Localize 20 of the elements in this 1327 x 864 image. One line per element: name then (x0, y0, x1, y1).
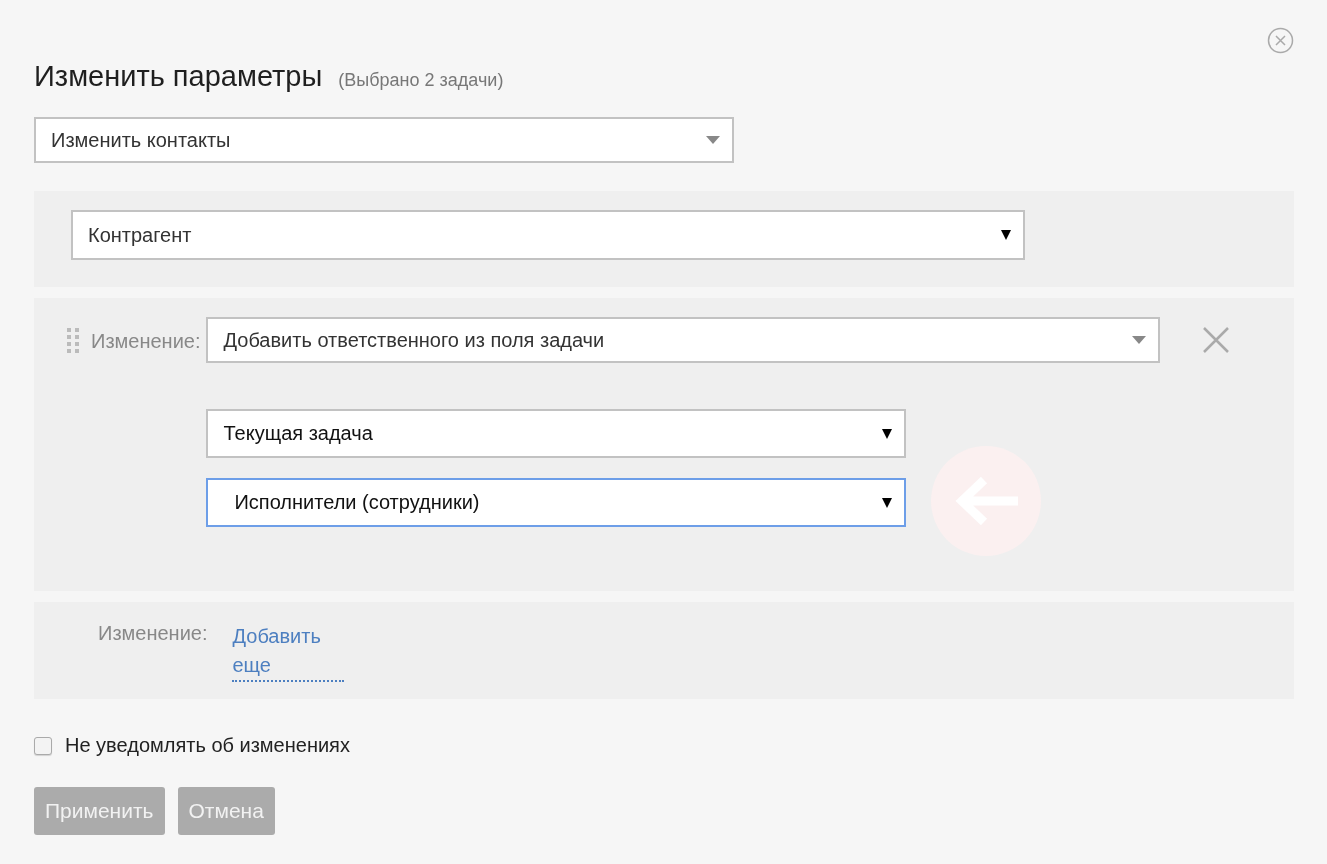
change-label: Изменение: (91, 329, 202, 354)
dropdown[interactable]: Добавить ответственного из поля задачи (206, 317, 1161, 363)
dropdown[interactable]: Исполнители (сотрудники) (206, 478, 907, 527)
dropdown-arrow-icon (882, 428, 893, 439)
dropdown-arrow-icon (1132, 336, 1147, 344)
checkbox[interactable] (34, 736, 52, 755)
dropdown[interactable]: Изменить контакты (34, 117, 734, 163)
close-icon[interactable] (1202, 326, 1231, 354)
close-icon[interactable] (1267, 27, 1294, 54)
dropdown-arrow-icon (706, 136, 720, 144)
selection-count: (Выбрано 2 задачи) (338, 70, 504, 91)
add-more-link[interactable]: Добавить еще (232, 622, 345, 682)
checkbox-label: Не уведомлять об изменениях (65, 734, 350, 757)
dropdown-arrow-icon (882, 497, 893, 508)
dropdown-arrow-icon (1001, 230, 1011, 240)
dialog-title: Изменить параметры (34, 60, 323, 93)
dropdown[interactable]: Текущая задача (206, 409, 907, 458)
drag-handle-icon[interactable] (66, 327, 80, 355)
dropdown[interactable]: Контрагент (71, 210, 1025, 260)
change-label: Изменение: (97, 622, 209, 646)
